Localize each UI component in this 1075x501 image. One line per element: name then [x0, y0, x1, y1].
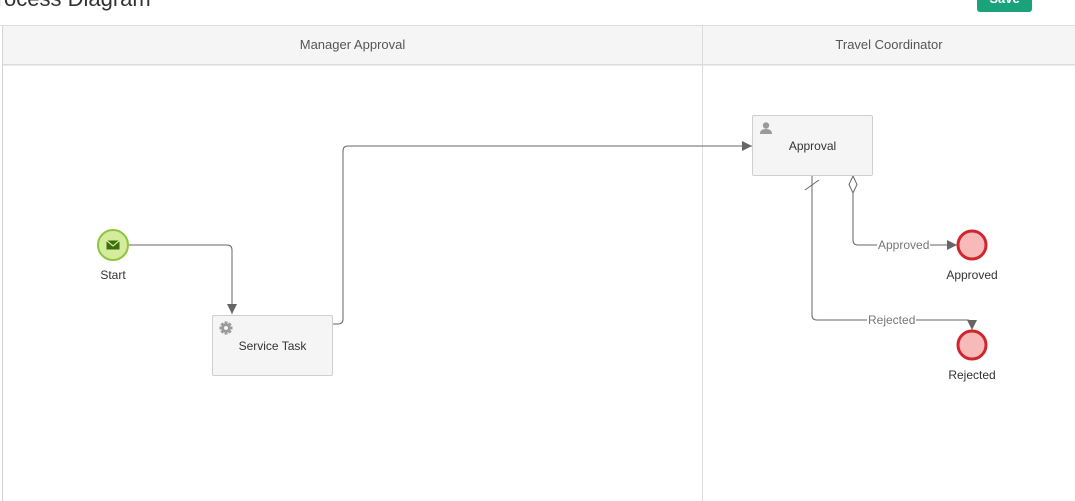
- end-event-approved-label: Approved: [946, 268, 998, 282]
- flow-label-rejected: Rejected: [867, 313, 917, 327]
- approval-task[interactable]: Approval: [752, 115, 873, 176]
- end-event-rejected-label: Rejected: [948, 368, 996, 382]
- service-task[interactable]: Service Task: [212, 315, 333, 376]
- conditional-flow-diamond: [848, 174, 858, 195]
- end-event-approved[interactable]: [956, 229, 988, 261]
- sequence-flow-start-to-service[interactable]: [129, 244, 237, 314]
- flow-label-approved: Approved: [877, 238, 931, 252]
- start-event[interactable]: [97, 229, 129, 261]
- start-event-label: Start: [100, 268, 126, 282]
- diagram-editor: Process Diagram Save Manager Approval Tr…: [0, 0, 1075, 501]
- approval-task-label: Approval: [788, 138, 837, 153]
- end-event-rejected[interactable]: [956, 329, 988, 361]
- envelope-icon: [106, 240, 120, 250]
- service-task-label: Service Task: [238, 338, 307, 353]
- sequence-flow-service-to-approval[interactable]: [333, 141, 752, 325]
- sequence-flow-rejected[interactable]: [811, 176, 977, 330]
